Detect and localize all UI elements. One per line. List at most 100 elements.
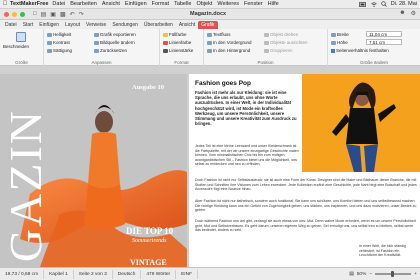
- line-color-icon: [163, 40, 168, 45]
- group-icon: [264, 48, 269, 53]
- tab-sendungen[interactable]: Sendungen: [109, 21, 141, 29]
- export-label: Grafik exportieren: [100, 32, 136, 37]
- width-field[interactable]: 11,04 cm: [366, 31, 402, 37]
- redo-icon[interactable]: ↷: [79, 11, 84, 18]
- line-width-button[interactable]: Linienstärke: [163, 48, 193, 53]
- cover-subheadline: Sommertrends: [132, 238, 167, 244]
- settings-icon[interactable]: ⚙: [411, 10, 416, 17]
- menu-weiteres[interactable]: Weiteres: [217, 1, 239, 7]
- menu-format[interactable]: Format: [152, 1, 169, 7]
- tab-einfuegen[interactable]: Einfügen: [36, 21, 62, 29]
- zoom-level[interactable]: 50%: [357, 272, 367, 277]
- search-icon[interactable]: [381, 1, 387, 7]
- contrast-button[interactable]: Kontrast: [47, 40, 70, 45]
- change-source-label: Bildquelle ändern: [100, 40, 135, 45]
- menu-objekt[interactable]: Objekt: [197, 1, 213, 7]
- fashion-photo[interactable]: [302, 74, 420, 172]
- cover-page[interactable]: GAZIN Ausgabe 10 DIE TOP 10 Sommertrends…: [0, 74, 187, 267]
- wifi-icon[interactable]: [370, 1, 377, 7]
- menu-fenster[interactable]: Fenster: [244, 1, 263, 7]
- menu-tabelle[interactable]: Tabelle: [174, 1, 191, 7]
- language-indicator[interactable]: Deutsch: [113, 269, 142, 279]
- menu-bearbeiten[interactable]: Bearbeiten: [70, 1, 97, 7]
- article-paragraph-5: In einer Welt, die sich ständig veränder…: [359, 244, 406, 258]
- menu-einfuegen[interactable]: Einfügen: [125, 1, 147, 7]
- group-objects-button[interactable]: Gruppieren: [264, 48, 293, 53]
- chapter-indicator[interactable]: Kapitel 1: [44, 269, 74, 279]
- app-name-menu[interactable]: TextMakerFree: [10, 1, 48, 7]
- text-wrap-button[interactable]: Textfluss: [207, 32, 231, 37]
- bring-forward-label: In den Vordergrund: [213, 40, 252, 45]
- account-icon[interactable]: ☻: [399, 10, 405, 17]
- reset-icon: [94, 48, 99, 53]
- group-label: Gruppieren: [270, 48, 293, 53]
- reset-label: Zurücksetzen: [100, 48, 128, 53]
- height-label-text: Höhe: [337, 40, 348, 45]
- bring-forward-button[interactable]: In den Vordergrund: [207, 40, 252, 45]
- open-folder-icon[interactable]: ▤: [41, 11, 47, 18]
- zoom-slider-knob[interactable]: [391, 271, 395, 277]
- menu-datei[interactable]: Datei: [52, 1, 65, 7]
- article-paragraph-4: Doch während Fashion uns viel gibt, verl…: [195, 219, 416, 233]
- new-document-icon[interactable]: □: [33, 11, 37, 18]
- page-indicator[interactable]: Seite 2 von 3: [74, 269, 113, 279]
- fashion-photo-art: [302, 74, 420, 172]
- tab-start[interactable]: Start: [20, 21, 37, 29]
- zoom-slider[interactable]: [375, 271, 412, 277]
- saturation-icon: [47, 48, 52, 53]
- menu-ansicht[interactable]: Ansicht: [102, 1, 120, 7]
- keep-aspect-ratio-label: Seitenverhältnis festhalten: [336, 48, 389, 53]
- reset-button[interactable]: Zurücksetzen: [94, 48, 127, 53]
- group-label-format: Format: [174, 60, 189, 65]
- tab-grafik[interactable]: Grafik: [198, 21, 218, 29]
- crop-button[interactable]: Beschneiden: [3, 44, 29, 49]
- height-field[interactable]: 7,51 cm: [366, 39, 402, 45]
- save-icon[interactable]: ▣: [50, 11, 56, 18]
- document-area[interactable]: GAZIN Ausgabe 10 DIE TOP 10 Sommertrends…: [0, 66, 420, 267]
- article-page[interactable]: Fashion goes Pop Fashion ist mehr als nu…: [189, 74, 420, 267]
- crop-icon[interactable]: [16, 32, 26, 42]
- undo-icon[interactable]: ↶: [70, 11, 75, 18]
- article-paragraph-1: Jedes Teil ist eine kleine Leinwand und …: [195, 144, 299, 167]
- zoom-in-icon[interactable]: +: [414, 272, 417, 277]
- zoom-window-button[interactable]: [20, 11, 25, 17]
- line-color-button[interactable]: Linienfarbe: [163, 40, 191, 45]
- ribbon-group-crop: Beschneiden Größe: [0, 29, 44, 66]
- send-backward-button[interactable]: In den Hintergrund: [207, 48, 250, 53]
- rotate-label: Objekt drehen: [270, 32, 299, 37]
- print-icon[interactable]: ▩: [60, 11, 66, 18]
- text-wrap-label: Textfluss: [213, 32, 231, 37]
- fill-color-button[interactable]: Füllfarbe: [163, 32, 187, 37]
- word-count[interactable]: 479 Wörter: [141, 269, 177, 279]
- saturation-label: Sättigung: [53, 48, 73, 53]
- image-source-icon: [94, 40, 99, 45]
- tab-datei[interactable]: Datei: [2, 21, 20, 29]
- brightness-button[interactable]: Helligkeit: [47, 32, 71, 37]
- fill-color-label: Füllfarbe: [169, 32, 187, 37]
- group-label-adjust: Anpassen: [91, 60, 112, 65]
- insert-mode-indicator[interactable]: EINF: [176, 269, 199, 279]
- saturation-button[interactable]: Sättigung: [47, 48, 72, 53]
- cursor-position[interactable]: 19,73 / 0,68 cm: [0, 269, 45, 279]
- tab-verweise[interactable]: Verweise: [83, 21, 109, 29]
- view-mode-icon[interactable]: ▤: [349, 272, 354, 277]
- article-paragraph-2: Doch Fashion ist nicht nur Selbstausdruc…: [195, 178, 417, 192]
- menu-hilfe[interactable]: Hilfe: [268, 1, 279, 7]
- align-objects-button[interactable]: Objekte ausrichten: [264, 40, 308, 45]
- send-backward-label: In den Hintergrund: [213, 48, 251, 53]
- apple-icon[interactable]: : [0, 1, 10, 7]
- tab-layout[interactable]: Layout: [62, 21, 83, 29]
- keep-aspect-ratio-checkbox[interactable]: Seitenverhältnis festhalten: [331, 48, 389, 53]
- menubar-clock[interactable]: Di. 28. Mai: [391, 1, 417, 7]
- rotate-object-button[interactable]: Objekt drehen: [264, 32, 298, 37]
- change-source-button[interactable]: Bildquelle ändern: [94, 40, 135, 45]
- minimize-window-button[interactable]: [12, 11, 17, 17]
- battery-icon[interactable]: [358, 1, 367, 7]
- ribbon: Beschneiden Größe Helligkeit Kontrast Sä…: [0, 29, 420, 66]
- export-graphic-button[interactable]: Grafik exportieren: [94, 32, 136, 37]
- ribbon-group-adjust: Helligkeit Kontrast Sättigung Grafik exp…: [44, 29, 160, 66]
- close-window-button[interactable]: [4, 11, 9, 17]
- zoom-out-icon[interactable]: −: [369, 272, 372, 277]
- tab-ueberarbeiten[interactable]: Überarbeiten: [141, 21, 176, 29]
- tab-ansicht[interactable]: Ansicht: [176, 21, 198, 29]
